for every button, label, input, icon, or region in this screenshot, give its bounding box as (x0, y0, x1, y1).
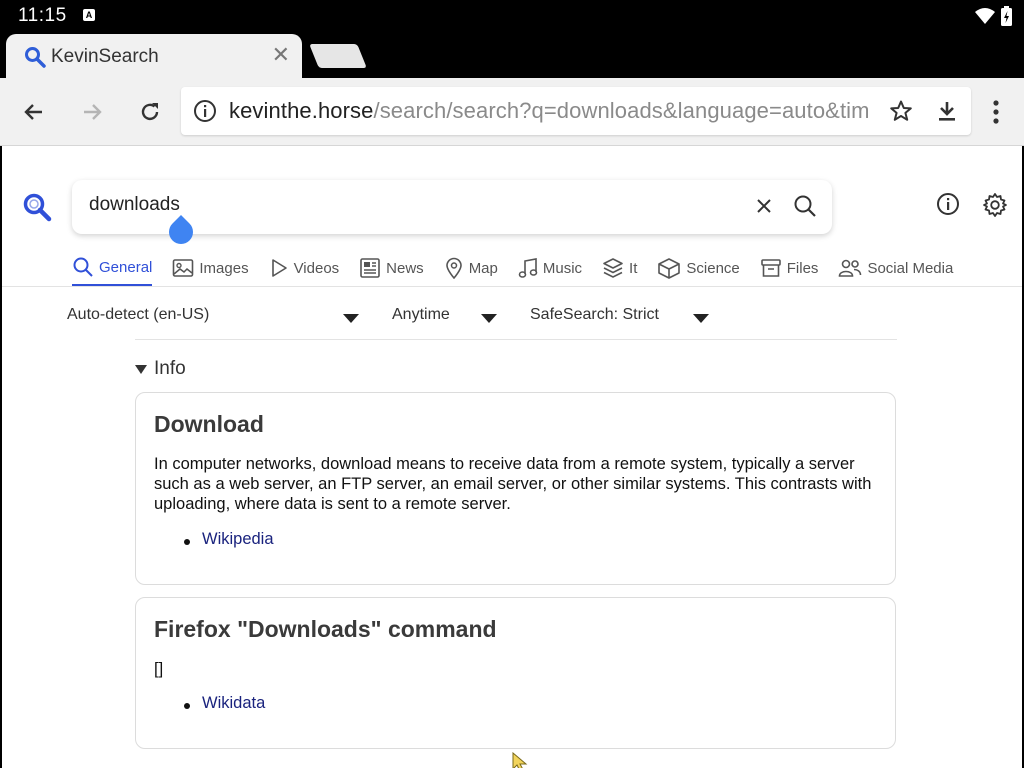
notification-icon: A (83, 9, 95, 21)
play-icon (271, 259, 287, 277)
wikidata-link[interactable]: Wikidata (202, 694, 265, 713)
url-host: kevinthe.horse (229, 98, 374, 123)
forward-button[interactable] (76, 96, 108, 128)
back-button[interactable] (18, 96, 50, 128)
tab-news[interactable]: News (359, 250, 424, 286)
image-icon (173, 259, 194, 277)
category-tabs: General Images Videos News Map Music It (72, 250, 973, 290)
battery-icon (1001, 6, 1012, 26)
clear-search-icon[interactable] (752, 194, 776, 218)
infobox-title: Firefox "Downloads" command (154, 616, 497, 642)
infobox-description: [] (154, 660, 164, 678)
url-path: /search/search?q=downloads&language=auto… (373, 98, 870, 123)
arrow-left-icon (24, 104, 42, 120)
newspaper-icon (360, 258, 380, 278)
tab-label: Files (786, 259, 819, 277)
file-box-icon (760, 259, 781, 277)
about-info-icon[interactable] (936, 192, 960, 216)
tab-label: General (99, 258, 153, 276)
tab-close-icon[interactable]: ✕ (272, 44, 290, 66)
tab-label: News (386, 259, 424, 277)
map-pin-icon (445, 257, 462, 279)
search-input[interactable] (89, 194, 689, 216)
language-select[interactable]: Auto-detect (en-US) (67, 306, 209, 324)
tab-it[interactable]: It (602, 250, 637, 286)
tab-label: It (629, 259, 638, 277)
infobox-card: Firefox "Downloads" command [] Wikidata (135, 597, 896, 749)
tab-label: Images (199, 259, 249, 277)
star-icon[interactable] (889, 99, 913, 123)
tab-map[interactable]: Map (444, 250, 498, 286)
tab-strip: KevinSearch ✕ (0, 32, 1024, 78)
bullet (184, 703, 190, 709)
tab-general[interactable]: General (72, 250, 153, 286)
tab-images[interactable]: Images (172, 250, 249, 286)
status-icons (975, 6, 1012, 26)
status-time: 11:15 (18, 5, 67, 26)
overflow-menu-button[interactable] (984, 96, 1008, 133)
info-label: Info (154, 358, 186, 379)
more-vert-icon (993, 100, 999, 124)
tab-label: Science (686, 259, 740, 277)
category-divider (2, 286, 1022, 287)
chevron-down-icon[interactable] (343, 314, 359, 323)
download-icon[interactable] (935, 99, 959, 123)
search-favicon-icon (25, 47, 46, 68)
tab-social-media[interactable]: Social Media (838, 250, 953, 286)
infobox-card: Download In computer networks, download … (135, 392, 896, 585)
tab-videos[interactable]: Videos (269, 250, 340, 286)
safesearch-select[interactable]: SafeSearch: Strict (530, 306, 659, 324)
status-bar: 11:15 A (0, 0, 1024, 32)
chevron-down-icon[interactable] (693, 314, 709, 323)
bullet (184, 539, 190, 545)
layers-icon (603, 258, 623, 278)
infobox-title: Download (154, 411, 264, 437)
reload-icon (141, 103, 159, 121)
tab-label: Music (542, 259, 583, 277)
cube-icon (658, 258, 681, 279)
arrow-right-icon (84, 104, 102, 120)
tab-title: KevinSearch (51, 46, 159, 67)
reload-button[interactable] (134, 96, 166, 128)
tab-label: Map (468, 259, 498, 277)
tab-music[interactable]: Music (518, 250, 582, 286)
filters-divider (135, 339, 897, 340)
search-submit-icon[interactable] (792, 193, 818, 219)
tab-science[interactable]: Science (657, 250, 740, 286)
tab-label: Videos (293, 259, 340, 277)
new-tab-button[interactable] (309, 44, 367, 68)
time-range-select[interactable]: Anytime (392, 306, 450, 324)
tab-files[interactable]: Files (760, 250, 819, 286)
infobox-description: In computer networks, download means to … (154, 455, 872, 513)
info-icon[interactable] (193, 99, 217, 123)
search-filters: Auto-detect (en-US) Anytime SafeSearch: … (66, 304, 916, 334)
info-section-toggle[interactable]: Info (135, 358, 186, 380)
triangle-down-icon (135, 364, 147, 374)
search-icon (73, 257, 93, 277)
mouse-pointer-icon (512, 752, 528, 768)
browser-toolbar: kevinthe.horse/search/search?q=downloads… (0, 78, 1024, 146)
music-note-icon (518, 258, 538, 278)
wikipedia-link[interactable]: Wikipedia (202, 530, 274, 549)
search-logo-icon[interactable] (22, 192, 52, 222)
chevron-down-icon[interactable] (481, 314, 497, 323)
address-bar[interactable]: kevinthe.horse/search/search?q=downloads… (181, 87, 971, 135)
wifi-icon (975, 8, 995, 24)
tab-label: Social Media (867, 259, 954, 277)
tab-kevinsearch[interactable]: KevinSearch ✕ (6, 34, 302, 78)
people-icon (839, 259, 862, 277)
page-content: General Images Videos News Map Music It (0, 146, 1024, 768)
settings-gear-icon[interactable] (982, 192, 1008, 218)
url-text[interactable]: kevinthe.horse/search/search?q=downloads… (229, 98, 870, 124)
